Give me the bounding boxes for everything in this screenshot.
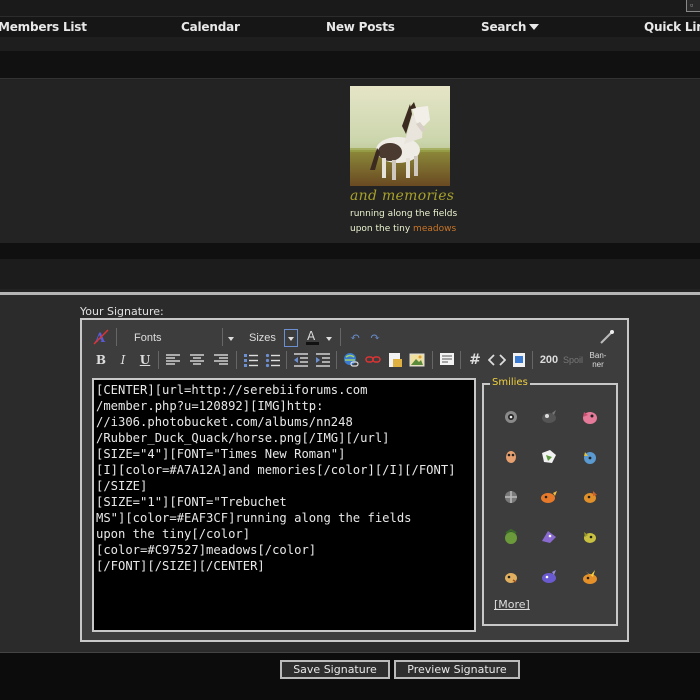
smiley-13-icon[interactable] (500, 567, 522, 587)
counter-200-button[interactable]: 200 (538, 351, 560, 369)
undo-icon[interactable]: ↶ (346, 328, 364, 346)
remove-link-icon[interactable] (364, 351, 382, 369)
more-smilies-link[interactable]: [More] (494, 598, 530, 611)
php-code-icon[interactable] (510, 351, 528, 369)
nav-members-list[interactable]: Members List (0, 20, 87, 34)
signature-caption: and memories (350, 188, 455, 204)
smiley-3-icon[interactable] (579, 407, 601, 427)
toolbar-separator (336, 351, 337, 369)
smiley-7-icon[interactable] (500, 487, 522, 507)
navbar: Members List Calendar New Posts Search Q… (0, 16, 700, 37)
switch-mode-icon[interactable] (598, 328, 616, 346)
signature-line-2: upon the tiny meadows (350, 224, 456, 234)
toolbar-row-1: A Fonts Sizes A ↶ ↷ (92, 328, 621, 348)
quote-icon[interactable] (438, 351, 456, 369)
smiley-11-icon[interactable] (538, 527, 560, 547)
code-hash-icon[interactable]: # (466, 351, 484, 369)
toolbar-separator (116, 328, 117, 346)
signature-line-1: running along the fields (350, 209, 458, 219)
banner-button[interactable]: Ban-ner (586, 351, 610, 369)
nav-quick-links[interactable]: Quick Links (644, 20, 700, 34)
smiley-12-icon[interactable] (579, 527, 601, 547)
top-strip: ▫ (0, 0, 700, 16)
italic-icon[interactable]: I (114, 351, 132, 369)
outdent-icon[interactable] (292, 351, 310, 369)
smiley-5-icon[interactable] (538, 447, 560, 467)
signature-highlight-word: meadows (413, 224, 457, 234)
toolbar-separator (158, 351, 159, 369)
redo-icon[interactable]: ↷ (366, 328, 384, 346)
spacer-band (0, 37, 700, 51)
toolbar-separator (460, 351, 461, 369)
smiley-8-icon[interactable] (538, 487, 560, 507)
indent-icon[interactable] (314, 351, 332, 369)
smiley-10-icon[interactable] (500, 527, 522, 547)
spacer-band (0, 259, 700, 289)
corner-tab-icon[interactable]: ▫ (686, 0, 700, 12)
insert-link-icon[interactable] (342, 351, 360, 369)
toolbar-separator (236, 351, 237, 369)
toolbar-separator (532, 351, 533, 369)
svg-text:A: A (307, 329, 316, 343)
spacer-band (0, 243, 700, 259)
smiley-15-icon[interactable] (579, 567, 601, 587)
toolbar-separator (340, 328, 341, 346)
underline-icon[interactable]: U (136, 351, 154, 369)
preview-signature-button[interactable]: Preview Signature (394, 660, 520, 679)
unordered-list-icon[interactable] (264, 351, 282, 369)
smiley-9-icon[interactable] (579, 487, 601, 507)
nav-calendar[interactable]: Calendar (181, 20, 240, 34)
smiley-6-icon[interactable] (579, 447, 601, 467)
toolbar-separator (432, 351, 433, 369)
nav-search[interactable]: Search (481, 20, 540, 34)
align-right-icon[interactable] (212, 351, 230, 369)
font-dropdown-arrow-icon[interactable] (224, 329, 238, 347)
smiley-1-icon[interactable] (500, 407, 522, 427)
smiley-4-icon[interactable] (500, 447, 522, 467)
html-code-icon[interactable] (487, 351, 507, 369)
insert-image-icon[interactable] (408, 351, 426, 369)
toolbar-row-2: B I U # 200 Spoil Ban-ner (92, 351, 621, 371)
signature-editor: A Fonts Sizes A ↶ ↷ B I U (80, 318, 629, 642)
smiley-2-icon[interactable] (538, 407, 560, 427)
font-color-icon[interactable]: A (304, 328, 322, 346)
toolbar-separator (222, 328, 223, 346)
remove-format-icon[interactable]: A (92, 328, 110, 346)
section-label: Your Signature: (80, 305, 164, 318)
align-center-icon[interactable] (188, 351, 206, 369)
size-dropdown-arrow-icon[interactable] (284, 329, 298, 347)
smiley-14-icon[interactable] (538, 567, 560, 587)
nav-new-posts[interactable]: New Posts (326, 20, 395, 34)
save-signature-button[interactable]: Save Signature (280, 660, 390, 679)
spoiler-button[interactable]: Spoil (562, 351, 584, 369)
insert-email-icon[interactable] (386, 351, 404, 369)
smilies-title: Smilies (490, 377, 530, 388)
signature-horse-image[interactable] (350, 86, 450, 186)
align-left-icon[interactable] (164, 351, 182, 369)
ordered-list-icon[interactable] (242, 351, 260, 369)
signature-textarea[interactable]: [CENTER][url=http://serebiiforums.com /m… (92, 378, 476, 632)
bold-icon[interactable]: B (92, 351, 110, 369)
toolbar-separator (286, 351, 287, 369)
font-select[interactable]: Fonts (126, 329, 226, 347)
color-dropdown-arrow-icon[interactable] (322, 329, 336, 347)
nav-search-label: Search (481, 20, 527, 34)
chevron-down-icon (529, 24, 540, 30)
signature-line-2-text: upon the tiny (350, 224, 414, 234)
spacer-band (0, 51, 700, 79)
